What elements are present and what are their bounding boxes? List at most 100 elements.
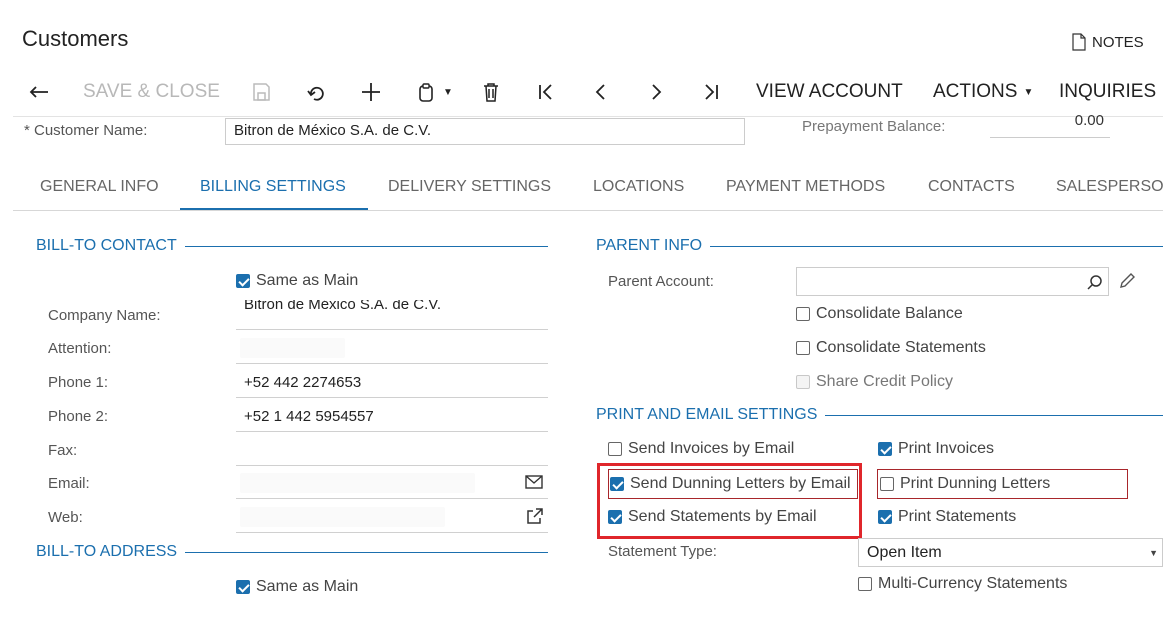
consolidate-balance-label: Consolidate Balance [816, 305, 963, 322]
web-field[interactable] [236, 503, 548, 533]
section-divider [185, 551, 548, 553]
send-statements-checkbox[interactable]: Send Statements by Email [608, 508, 817, 526]
redacted-value [240, 507, 445, 527]
chevron-left-icon [595, 84, 605, 100]
attention-field[interactable] [236, 334, 548, 364]
consolidate-statements-checkbox[interactable]: Consolidate Statements [796, 339, 986, 357]
statement-type-select[interactable]: Open Item ▼ [858, 538, 1163, 567]
prepayment-balance-value: 0.00 [990, 112, 1110, 138]
print-invoices-label: Print Invoices [898, 440, 995, 457]
tab-billing-settings[interactable]: BILLING SETTINGS [200, 178, 346, 196]
attention-label: Attention: [48, 340, 112, 357]
section-divider [184, 245, 548, 247]
checkbox-unchecked[interactable] [796, 341, 810, 355]
same-as-main-address-label: Same as Main [256, 578, 359, 595]
checkbox-checked[interactable] [610, 477, 624, 491]
toolbar: SAVE & CLOSE ▼ VIEW ACCOUNT ACTIONS ▼ IN… [0, 72, 1163, 116]
checkbox-unchecked[interactable] [796, 307, 810, 321]
same-as-main-address[interactable]: Same as Main [236, 578, 358, 596]
chevron-down-icon: ▼ [1149, 548, 1158, 558]
bill-to-address-header: BILL-TO ADDRESS [36, 543, 548, 561]
phone2-field[interactable]: +52 1 442 5954557 [236, 402, 548, 432]
print-invoices-checkbox[interactable]: Print Invoices [878, 440, 994, 458]
delete-button[interactable] [480, 72, 502, 112]
save-icon [253, 83, 270, 101]
last-icon [705, 84, 718, 100]
print-email-title: PRINT AND EMAIL SETTINGS [596, 406, 818, 423]
edit-pencil-icon[interactable] [1118, 272, 1136, 290]
company-name-value: Bitron de México S.A. de C.V. [244, 300, 442, 313]
tab-bar: GENERAL INFO BILLING SETTINGS DELIVERY S… [13, 162, 1163, 211]
send-invoices-checkbox[interactable]: Send Invoices by Email [608, 440, 794, 458]
multi-currency-checkbox[interactable]: Multi-Currency Statements [858, 575, 1067, 593]
tab-payment-methods[interactable]: PAYMENT METHODS [726, 178, 885, 196]
tab-delivery-settings[interactable]: DELIVERY SETTINGS [388, 178, 551, 196]
customer-name-input[interactable]: Bitron de México S.A. de C.V. [225, 118, 745, 145]
checkbox-unchecked[interactable] [858, 577, 872, 591]
view-account-button[interactable]: VIEW ACCOUNT [756, 72, 903, 112]
parent-account-input[interactable] [796, 267, 1109, 296]
send-statements-label: Send Statements by Email [628, 508, 817, 525]
chevron-down-icon: ▼ [1023, 86, 1034, 98]
tab-general-info[interactable]: GENERAL INFO [40, 178, 159, 196]
inquiries-menu[interactable]: INQUIRIES [1059, 72, 1156, 112]
print-email-header: PRINT AND EMAIL SETTINGS [596, 406, 1163, 424]
company-name-field[interactable]: Bitron de México S.A. de C.V. [236, 300, 548, 330]
first-record-button[interactable] [535, 72, 557, 112]
search-icon[interactable] [1087, 274, 1103, 290]
save-close-button[interactable]: SAVE & CLOSE [83, 72, 220, 112]
print-statements-label: Print Statements [898, 508, 1017, 525]
last-record-button[interactable] [700, 72, 722, 112]
actions-menu[interactable]: ACTIONS ▼ [933, 72, 1033, 112]
bill-to-contact-header: BILL-TO CONTACT [36, 237, 548, 255]
save-button[interactable] [250, 72, 272, 112]
section-divider [710, 245, 1163, 247]
first-icon [539, 84, 552, 100]
prepayment-balance-label: Prepayment Balance: [802, 118, 946, 135]
copy-paste-button[interactable]: ▼ [415, 72, 453, 112]
chevron-right-icon [652, 84, 662, 100]
print-dunning-label: Print Dunning Letters [900, 475, 1051, 492]
mail-icon[interactable] [525, 475, 543, 489]
phone1-label: Phone 1: [48, 374, 109, 391]
send-dunning-checkbox[interactable]: Send Dunning Letters by Email [610, 475, 851, 493]
phone1-field[interactable]: +52 442 2274653 [236, 368, 548, 398]
statement-type-value: Open Item [867, 544, 942, 561]
checkbox-disabled [796, 375, 810, 389]
external-link-icon[interactable] [526, 508, 543, 525]
notes-button[interactable]: NOTES [1072, 33, 1144, 51]
add-button[interactable] [360, 72, 382, 112]
share-credit-policy-checkbox: Share Credit Policy [796, 373, 953, 391]
checkbox-checked[interactable] [608, 510, 622, 524]
bill-to-contact-title: BILL-TO CONTACT [36, 237, 177, 254]
consolidate-balance-checkbox[interactable]: Consolidate Balance [796, 305, 963, 323]
phone1-value: +52 442 2274653 [244, 374, 362, 391]
multi-currency-label: Multi-Currency Statements [878, 575, 1068, 592]
checkbox-checked[interactable] [878, 442, 892, 456]
back-arrow-icon [29, 86, 48, 98]
clipboard-icon [419, 83, 433, 102]
print-statements-checkbox[interactable]: Print Statements [878, 508, 1016, 526]
checkbox-unchecked[interactable] [880, 477, 894, 491]
tab-salesperson[interactable]: SALESPERSO [1056, 178, 1163, 196]
tab-locations[interactable]: LOCATIONS [593, 178, 684, 196]
note-icon [1072, 33, 1086, 51]
previous-record-button[interactable] [590, 72, 612, 112]
statement-type-label: Statement Type: [608, 543, 717, 560]
checkbox-checked[interactable] [236, 274, 250, 288]
next-record-button[interactable] [645, 72, 667, 112]
email-field[interactable] [236, 469, 548, 499]
checkbox-checked[interactable] [236, 580, 250, 594]
undo-button[interactable] [305, 72, 327, 112]
tab-contacts[interactable]: CONTACTS [928, 178, 1015, 196]
plus-icon [362, 83, 380, 101]
parent-info-title: PARENT INFO [596, 237, 703, 254]
company-name-label: Company Name: [48, 307, 161, 324]
checkbox-checked[interactable] [878, 510, 892, 524]
checkbox-unchecked[interactable] [608, 442, 622, 456]
fax-field[interactable] [236, 436, 548, 466]
same-as-main-contact[interactable]: Same as Main [236, 272, 358, 290]
back-button[interactable] [28, 72, 50, 112]
fax-label: Fax: [48, 442, 78, 459]
print-dunning-checkbox[interactable]: Print Dunning Letters [880, 475, 1050, 493]
